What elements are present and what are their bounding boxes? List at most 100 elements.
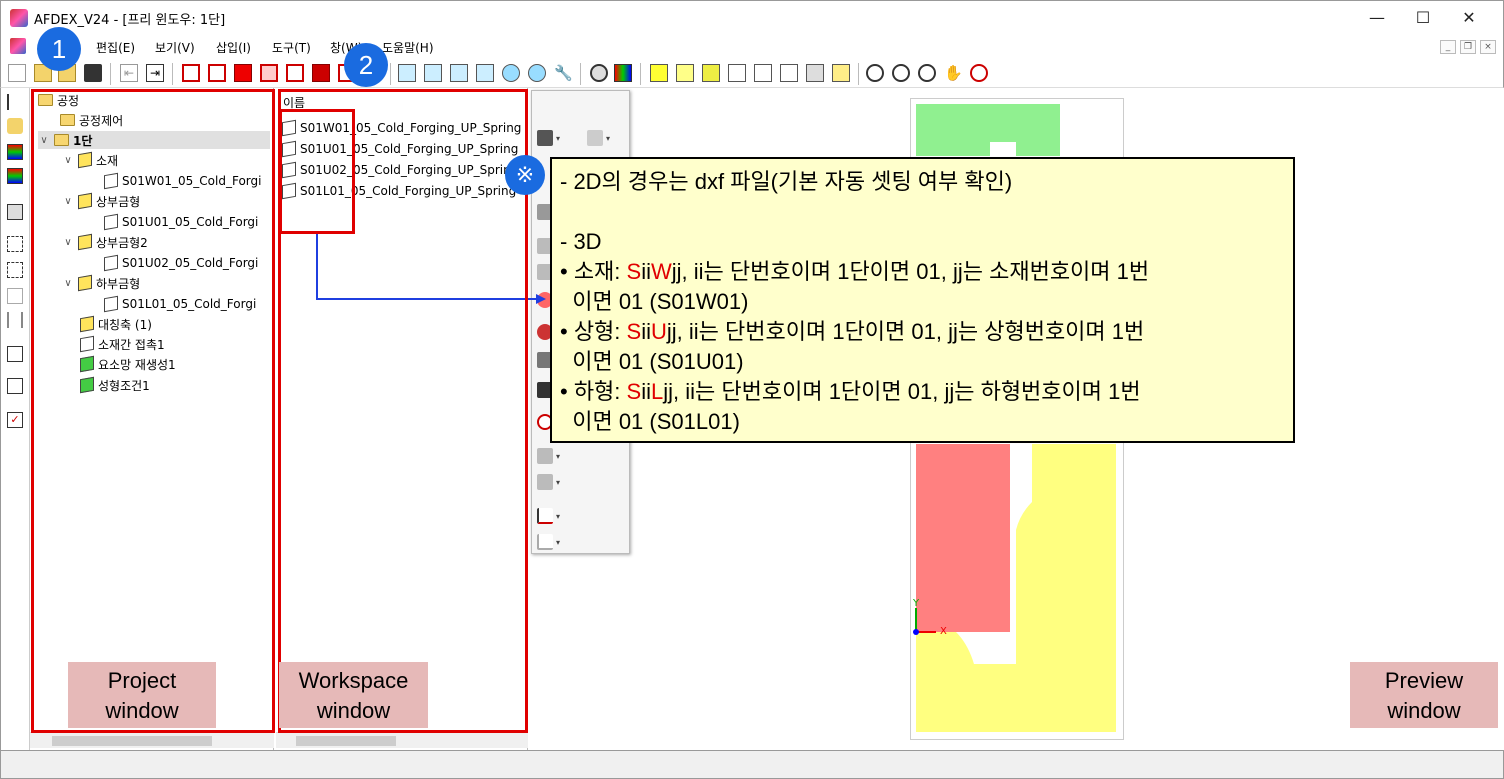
export-icon[interactable]: ⇥ (146, 64, 164, 82)
grid2-icon[interactable] (7, 262, 23, 278)
chevron-down-icon[interactable]: ∨ (62, 278, 74, 289)
tree-root[interactable]: 공정 (38, 91, 79, 109)
mdi-minimize-icon[interactable]: _ (1440, 40, 1456, 54)
tree-contact[interactable]: 소재간 접촉1 (80, 335, 165, 353)
zoom-out-icon[interactable] (866, 64, 884, 82)
workspace-hscrollbar[interactable] (276, 732, 528, 748)
rotate-icon[interactable] (502, 64, 520, 82)
cube-frame3-icon[interactable] (286, 64, 304, 82)
chevron-down-icon[interactable]: ∨ (62, 155, 74, 166)
view-cube4-icon[interactable] (476, 64, 494, 82)
mdi-restore-icon[interactable]: ❐ (1460, 40, 1476, 54)
display-icon[interactable] (7, 204, 23, 220)
cube-frame2-icon[interactable] (208, 64, 226, 82)
checklist-icon[interactable]: ✓ (7, 412, 23, 428)
grid-icon[interactable] (7, 236, 23, 252)
minimize-button[interactable]: — (1354, 4, 1400, 30)
tree-icon[interactable] (7, 94, 23, 110)
add-die-button[interactable]: ▾ (587, 128, 621, 148)
zoom-in-icon[interactable] (892, 64, 910, 82)
cube-red-icon[interactable] (234, 64, 252, 82)
monitor-color2-icon[interactable] (7, 168, 23, 184)
contour-icon[interactable] (614, 64, 632, 82)
shade-cube1-icon[interactable] (650, 64, 668, 82)
cube-red2-icon[interactable] (260, 64, 278, 82)
workspace-file[interactable]: S01U01_05_Cold_Forging_UP_Spring (282, 140, 518, 158)
tree-remesh[interactable]: 요소망 재생성1 (80, 355, 176, 373)
new-file-icon[interactable] (8, 64, 26, 82)
wrench-icon[interactable]: 🔧 (554, 64, 573, 82)
tree-lower-die-file[interactable]: S01L01_05_Cold_Forgi (104, 295, 256, 313)
shade-cube3-icon[interactable] (702, 64, 720, 82)
cube-frame-icon[interactable] (182, 64, 200, 82)
tool-btn-11[interactable]: ▾ (537, 446, 571, 466)
tree-material-file[interactable]: S01W01_05_Cold_Forgi (104, 172, 261, 190)
workspace-file[interactable]: S01W01_05_Cold_Forging_UP_Spring (282, 119, 521, 137)
hand-icon[interactable] (7, 118, 23, 134)
menu-edit[interactable]: 편집(E) (96, 39, 135, 56)
rotate2-icon[interactable] (528, 64, 546, 82)
project-hscrollbar[interactable] (30, 732, 274, 748)
tree-upper-die[interactable]: ∨ 상부금형 (62, 192, 140, 210)
maximize-button[interactable]: ☐ (1400, 4, 1446, 30)
menu-view[interactable]: 보기(V) (155, 39, 195, 56)
menu-help[interactable]: 도움말(H) (382, 39, 434, 56)
chevron-down-icon[interactable]: ∨ (38, 135, 50, 146)
workspace-file[interactable]: S01L01_05_Cold_Forging_UP_Spring (282, 182, 516, 200)
wire-cube3-icon[interactable] (780, 64, 798, 82)
view-cube3-icon[interactable] (450, 64, 468, 82)
tree-process-control[interactable]: 공정제어 (60, 111, 123, 129)
cube-add-icon (537, 130, 553, 146)
zoom-fit-icon[interactable] (918, 64, 936, 82)
tree-label: S01W01_05_Cold_Forgi (122, 174, 262, 188)
import-icon[interactable]: ⇤ (120, 64, 138, 82)
file-label: S01L01_05_Cold_Forging_UP_Spring (300, 184, 517, 198)
pan-hand-icon[interactable]: ✋ (944, 64, 963, 82)
tree-upper-die-file[interactable]: S01U01_05_Cold_Forgi (104, 213, 258, 231)
measure-icon[interactable] (7, 312, 23, 328)
cube-outline-icon[interactable] (7, 288, 23, 304)
folder-icon (60, 114, 75, 126)
add-material-button[interactable]: ▾ (537, 128, 571, 148)
tree-upper-die2[interactable]: ∨ 상부금형2 (62, 233, 148, 251)
workspace-file[interactable]: S01U02_05_Cold_Forging_UP_Spring (282, 161, 518, 179)
scroll-thumb[interactable] (52, 736, 212, 746)
zoom-reset-icon[interactable] (970, 64, 988, 82)
mdi-app-icon[interactable] (10, 38, 26, 54)
tree-upper-die2-file[interactable]: S01U02_05_Cold_Forgi (104, 254, 258, 272)
tree-label: 공정제어 (79, 113, 124, 128)
mesh-icon (282, 140, 296, 158)
tree-stage[interactable]: ∨ 1단 (38, 131, 270, 149)
mesh-icon (104, 172, 118, 190)
cube-red3-icon[interactable] (312, 64, 330, 82)
close-button[interactable]: ✕ (1446, 4, 1492, 30)
scroll-thumb[interactable] (296, 736, 396, 746)
tool-btn-13[interactable]: ▾ (537, 506, 571, 526)
tree-material[interactable]: ∨ 소재 (62, 151, 118, 169)
wire-cube2-icon[interactable] (754, 64, 772, 82)
chevron-down-icon[interactable]: ∨ (62, 237, 74, 248)
workspace-header-name[interactable]: 이름 (283, 94, 305, 111)
tree-lower-die[interactable]: ∨ 하부금형 (62, 274, 140, 292)
camera-icon[interactable] (590, 64, 608, 82)
monitor-color-icon[interactable] (7, 144, 23, 160)
tree-symmetry[interactable]: 대칭축 (1) (80, 315, 152, 333)
view-cube1-icon[interactable] (398, 64, 416, 82)
wire-cube1-icon[interactable] (728, 64, 746, 82)
tool-btn-14[interactable]: ▾ (537, 532, 571, 552)
shade-cube2-icon[interactable] (676, 64, 694, 82)
folder-open-icon (38, 94, 53, 106)
export-data-icon[interactable] (7, 378, 23, 394)
chevron-down-icon[interactable]: ∨ (62, 196, 74, 207)
save-icon[interactable] (84, 64, 102, 82)
chart-icon[interactable] (7, 346, 23, 362)
swap-icon[interactable] (806, 64, 824, 82)
menu-tools[interactable]: 도구(T) (272, 39, 311, 56)
callout-upper: • 상형: SiiUjj, ii는 단번호이며 1단이면 01, jj는 상형번… (560, 319, 1145, 344)
mdi-close-icon[interactable]: × (1480, 40, 1496, 54)
tool-btn-12[interactable]: ▾ (537, 472, 571, 492)
menu-insert[interactable]: 삽입(I) (216, 39, 251, 56)
view-cube2-icon[interactable] (424, 64, 442, 82)
layers-icon[interactable] (832, 64, 850, 82)
tree-forming-condition[interactable]: 성형조건1 (80, 376, 150, 394)
